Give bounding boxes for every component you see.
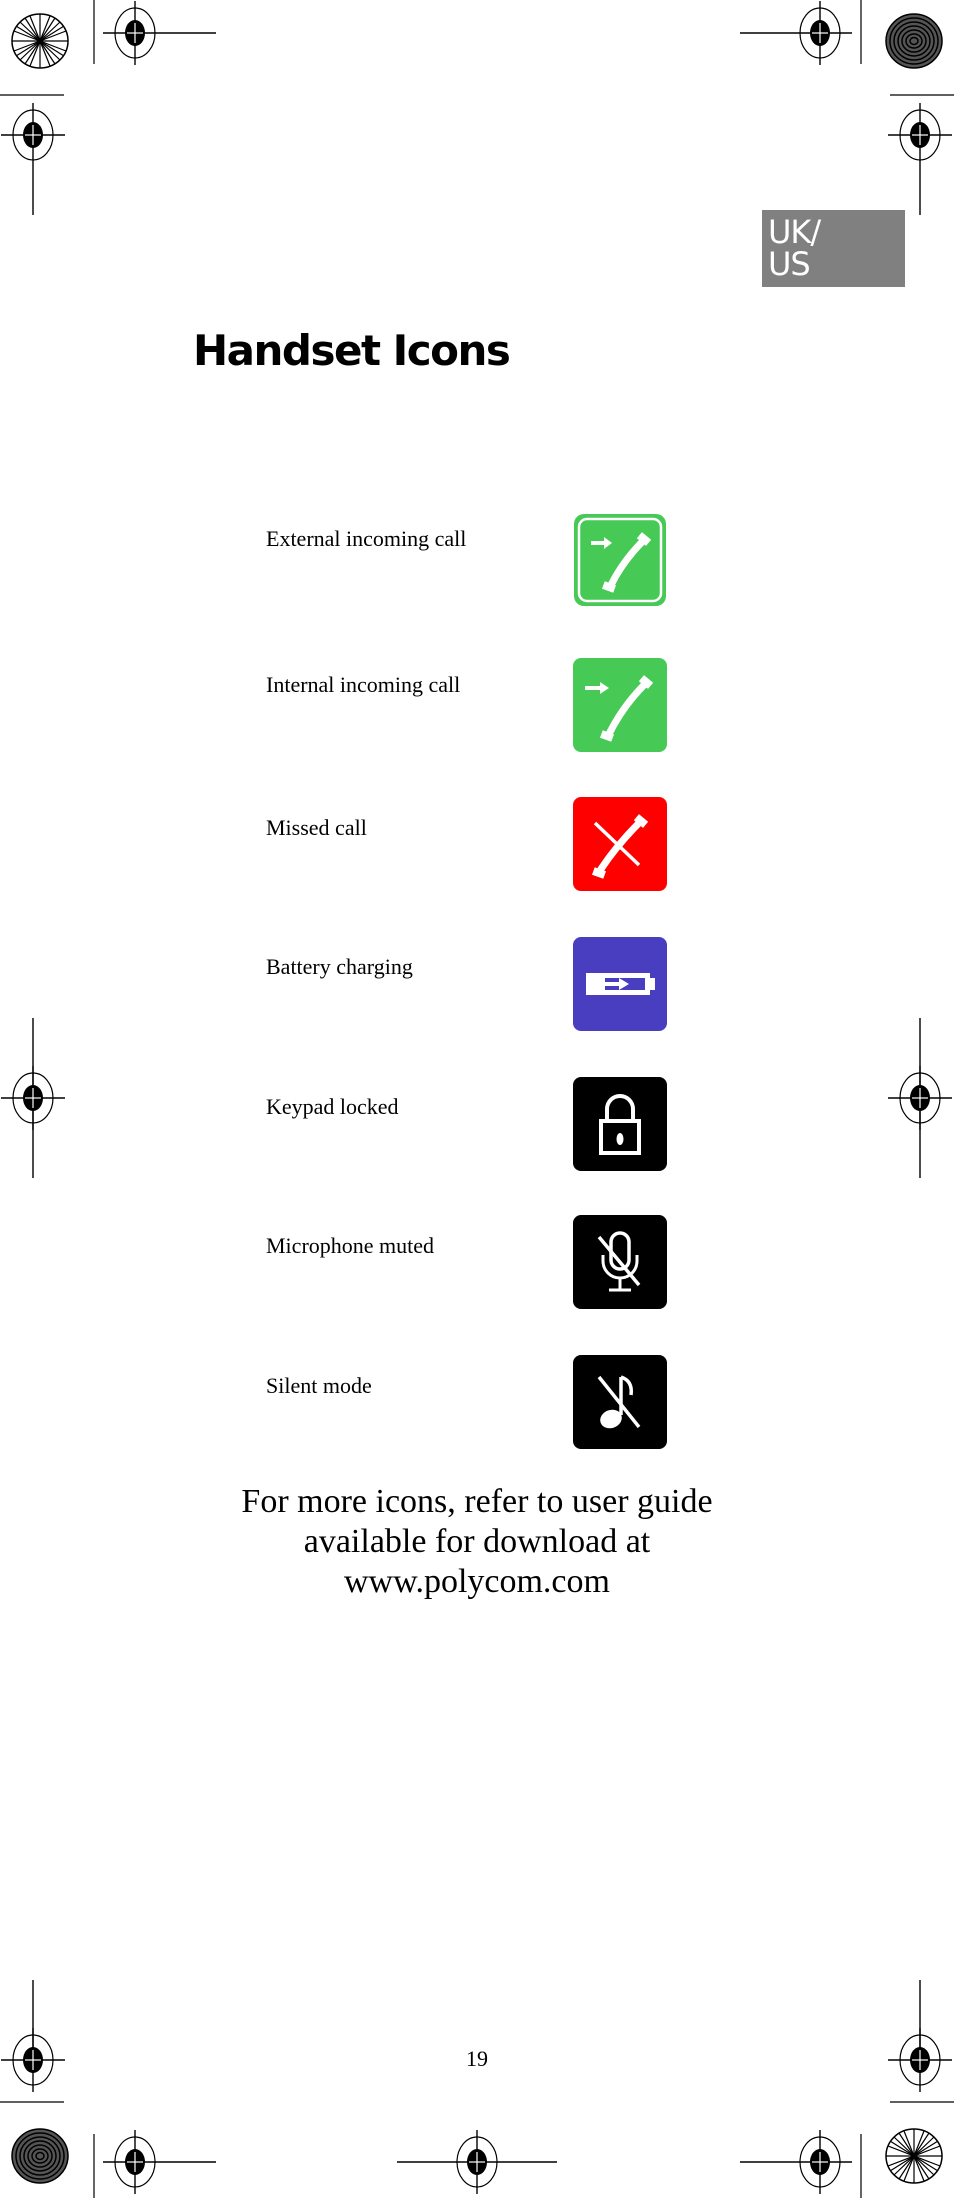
page-number: 19 — [466, 2046, 488, 2071]
footer-note: For more icons, refer to user guide avai… — [0, 1482, 954, 1602]
icon-label-missed-call: Missed call — [266, 815, 367, 840]
external-incoming-call-icon — [573, 513, 667, 607]
microphone-muted-icon — [573, 1215, 667, 1309]
footer-note-line2: available for download at — [303, 1523, 651, 1560]
page-title: Handset Icons — [193, 326, 511, 375]
missed-call-icon — [573, 797, 667, 891]
silent-mode-icon — [573, 1355, 667, 1449]
language-badge-line2: US — [768, 245, 811, 283]
icon-label-microphone-muted: Microphone muted — [266, 1233, 435, 1258]
internal-incoming-call-icon — [573, 658, 667, 752]
battery-charging-icon — [573, 937, 667, 1031]
icon-label-keypad-locked: Keypad locked — [266, 1094, 399, 1119]
icon-label-external-incoming-call: External incoming call — [266, 526, 467, 551]
language-badge-line1: UK/ — [768, 213, 821, 251]
keypad-locked-icon — [573, 1077, 667, 1171]
icon-label-silent-mode: Silent mode — [266, 1373, 372, 1398]
icon-label-internal-incoming-call: Internal incoming call — [266, 672, 461, 697]
language-badge: UK/ US — [762, 210, 905, 287]
footer-note-line1: For more icons, refer to user guide — [241, 1483, 713, 1520]
icon-label-battery-charging: Battery charging — [266, 954, 413, 979]
footer-note-url[interactable]: www.polycom.com — [0, 1562, 954, 1602]
